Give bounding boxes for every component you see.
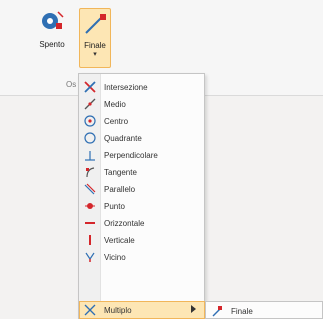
object-snap-off-icon	[38, 8, 66, 38]
submenu-item-label: Finale	[231, 306, 253, 316]
menu-item-label: Vicino	[104, 252, 126, 262]
snap-dropdown-menu: Intersezione Medio Centro Quadrante Perp…	[78, 73, 205, 319]
menu-item-label: Quadrante	[104, 133, 142, 143]
multiplo-submenu: Finale	[205, 301, 323, 319]
finale-button[interactable]: Finale ▾	[79, 8, 111, 68]
spento-button[interactable]: Spento	[33, 8, 71, 64]
menu-item-label: Parallelo	[104, 184, 136, 194]
menu-item-label: Intersezione	[104, 82, 148, 92]
menu-item-multiplo[interactable]: Multiplo	[79, 301, 205, 319]
parallel-icon	[80, 181, 100, 197]
menu-item-tangente[interactable]: Tangente	[80, 164, 204, 180]
horizontal-icon	[80, 215, 100, 231]
nearest-icon	[80, 249, 100, 265]
menu-item-label: Perpendicolare	[104, 150, 158, 160]
spento-label: Spento	[39, 40, 65, 49]
menu-item-label: Centro	[104, 116, 129, 126]
menu-item-label: Medio	[104, 99, 126, 109]
submenu-item-finale[interactable]: Finale	[207, 303, 323, 319]
intersection-icon	[80, 79, 100, 95]
menu-item-punto[interactable]: Punto	[80, 198, 204, 214]
menu-item-vicino[interactable]: Vicino	[80, 249, 204, 265]
menu-item-label: Punto	[104, 201, 125, 211]
menu-item-perpendicolare[interactable]: Perpendicolare	[80, 147, 204, 163]
menu-item-orizzontale[interactable]: Orizzontale	[80, 215, 204, 231]
menu-item-medio[interactable]: Medio	[80, 96, 204, 112]
multiple-icon	[80, 302, 100, 318]
vertical-icon	[80, 232, 100, 248]
tangent-icon	[80, 164, 100, 180]
quadrant-icon	[80, 130, 100, 146]
midpoint-icon	[80, 96, 100, 112]
menu-item-centro[interactable]: Centro	[80, 113, 204, 129]
finale-label: Finale	[84, 41, 106, 50]
group-label: Os	[66, 80, 77, 89]
menu-item-label: Verticale	[104, 235, 135, 245]
menu-item-label: Orizzontale	[104, 218, 145, 228]
chevron-down-icon: ▾	[93, 51, 97, 58]
center-icon	[80, 113, 100, 129]
menu-item-intersezione[interactable]: Intersezione	[80, 79, 204, 95]
menu-item-quadrante[interactable]: Quadrante	[80, 130, 204, 146]
endpoint-snap-icon	[81, 9, 109, 39]
perpendicular-icon	[80, 147, 100, 163]
menu-item-parallelo[interactable]: Parallelo	[80, 181, 204, 197]
menu-item-verticale[interactable]: Verticale	[80, 232, 204, 248]
menu-item-label: Multiplo	[104, 305, 132, 315]
point-icon	[80, 198, 100, 214]
endpoint-snap-icon	[207, 303, 227, 319]
menu-item-label: Tangente	[104, 167, 137, 177]
submenu-arrow-icon	[191, 305, 196, 313]
